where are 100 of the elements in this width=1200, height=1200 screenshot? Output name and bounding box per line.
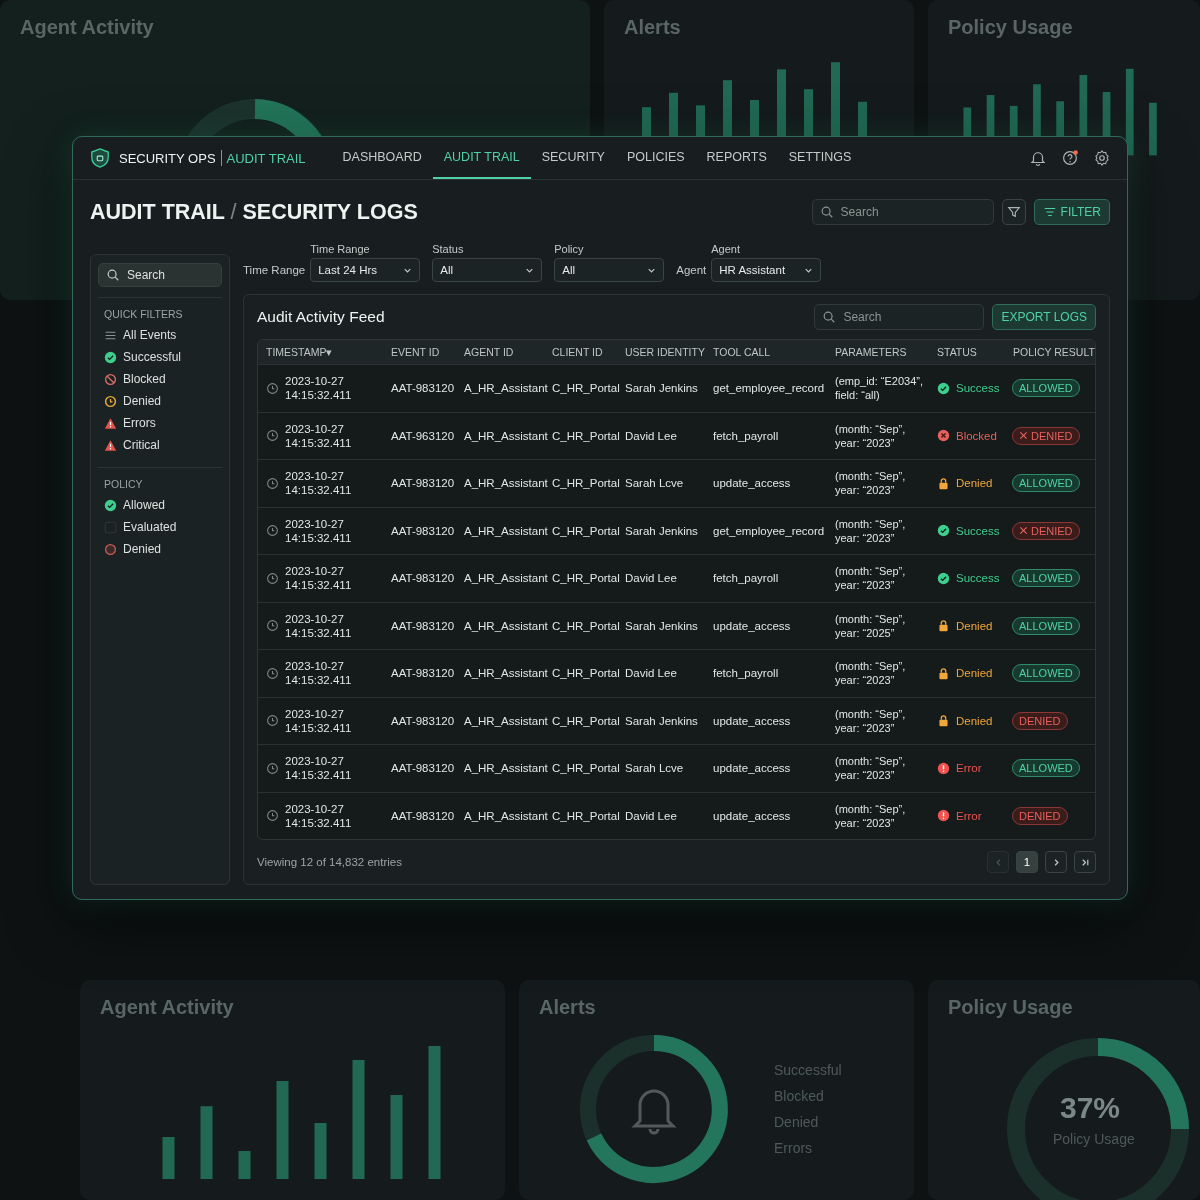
column-header[interactable]: AGENT ID xyxy=(459,346,547,358)
gauge-caption: Policy Usage xyxy=(1053,1131,1135,1147)
nav-tab[interactable]: AUDIT TRAIL xyxy=(432,137,531,179)
table-cell-text: AAT-983120 xyxy=(390,572,456,585)
table-cell-text: David Lee xyxy=(624,572,678,585)
table-cell-text: AAT-983120 xyxy=(390,619,456,632)
table-cell-text: update_access xyxy=(712,619,792,632)
table-cell-text: (month: “Sep”, year: “2023” xyxy=(834,754,907,783)
table-cell-text: C_HR_Portal xyxy=(551,667,620,680)
table-cell-text: update_access xyxy=(712,714,792,727)
filter-item[interactable]: Evaluated xyxy=(104,519,216,535)
section-heading: POLICY xyxy=(104,478,144,490)
policy-badge: DENIED xyxy=(1012,521,1080,540)
panel-title: Policy Usage xyxy=(948,996,1074,1019)
table-cell-text: C_HR_Portal xyxy=(551,809,620,822)
filter-label: Status xyxy=(432,243,465,255)
filter-item[interactable]: Denied xyxy=(104,541,216,557)
nav-tab[interactable]: SETTINGS xyxy=(777,137,863,179)
table-cell-text: David Lee xyxy=(624,667,678,680)
filter-button[interactable]: FILTER xyxy=(1033,199,1110,225)
table-cell: 2023-10-27 14:15:32.411 xyxy=(285,659,352,688)
status-label: Blocked xyxy=(956,429,997,442)
table-cell-text: A_HR_Assistant xyxy=(463,429,547,442)
search-field[interactable]: Search xyxy=(811,199,994,225)
panel-title: Agent Activity xyxy=(20,16,155,39)
table-cell-text: C_HR_Portal xyxy=(551,619,620,632)
status-label: Denied xyxy=(956,619,993,632)
panel-title: Agent Activity xyxy=(100,996,235,1019)
nav-tab[interactable]: DASHBOARD xyxy=(331,137,433,179)
dropdown[interactable]: All xyxy=(554,258,665,282)
status-label: Denied xyxy=(956,477,993,490)
table-cell-text: A_HR_Assistant xyxy=(463,714,547,727)
status-label: Success xyxy=(956,572,1000,585)
export-button[interactable]: EXPORT LOGS xyxy=(992,304,1096,330)
panel-title: Audit Activity Feed xyxy=(257,308,385,326)
table-cell-text: Sarah Jenkins xyxy=(624,619,699,632)
filter-label: Time Range xyxy=(243,263,306,278)
column-header[interactable]: CLIENT ID xyxy=(547,346,620,358)
table-cell-text: (month: “Sep”, year: “2025” xyxy=(834,611,907,640)
table-cell-text: A_HR_Assistant xyxy=(463,809,547,822)
legend-item: Blocked xyxy=(774,1088,825,1104)
search-field[interactable]: Search xyxy=(814,304,985,330)
column-header[interactable]: TIMESTAMP▾ xyxy=(258,346,386,358)
filter-item[interactable]: Blocked xyxy=(104,371,216,387)
table-cell-text: (month: “Sep”, year: “2023” xyxy=(834,706,907,735)
dropdown[interactable]: All xyxy=(432,258,543,282)
column-header[interactable]: POLICY RESULT xyxy=(1008,346,1095,358)
table-cell-text: (month: “Sep”, year: “2023” xyxy=(834,421,907,450)
page-title: AUDIT TRAIL / SECURITY LOGS xyxy=(90,199,418,225)
filter-item[interactable]: Successful xyxy=(104,349,216,365)
table-cell-text: AAT-983120 xyxy=(390,714,456,727)
table-cell-text: Sarah Jenkins xyxy=(624,524,699,537)
policy-badge: DENIED xyxy=(1012,426,1080,445)
filter-item[interactable]: Errors xyxy=(104,415,216,431)
table-cell-text: (month: “Sep”, year: “2023” xyxy=(834,564,907,593)
table-cell-text: (emp_id: “E2034”, field: “all) xyxy=(834,374,925,403)
table-cell-text: fetch_payroll xyxy=(712,667,780,680)
column-header[interactable]: EVENT ID xyxy=(386,346,459,358)
status-label: Denied xyxy=(956,667,993,680)
column-header[interactable]: STATUS xyxy=(932,346,1008,358)
filter-item[interactable]: Critical xyxy=(104,437,216,453)
table-cell-text: A_HR_Assistant xyxy=(463,619,547,632)
table-cell-text: update_access xyxy=(712,477,792,490)
column-header[interactable]: PARAMETERS xyxy=(830,346,932,358)
filter-item[interactable]: All Events xyxy=(104,327,216,343)
nav-tab[interactable]: SECURITY xyxy=(530,137,616,179)
panel-title: Alerts xyxy=(624,16,682,39)
table-cell: 2023-10-27 14:15:32.411 xyxy=(285,564,352,593)
nav-tab[interactable]: REPORTS xyxy=(695,137,778,179)
entries-count: Viewing 12 of 14,832 entries xyxy=(257,856,402,868)
table-cell: 2023-10-27 14:15:32.411 xyxy=(285,706,352,735)
dropdown[interactable]: HR Assistant xyxy=(711,258,822,282)
table-cell: 2023-10-27 14:15:32.411 xyxy=(285,754,352,783)
table-cell-text: AAT-963120 xyxy=(390,429,456,442)
table-cell-text: (month: “Sep”, year: “2023” xyxy=(834,469,907,498)
table-cell: 2023-10-27 14:15:32.411 xyxy=(285,516,352,545)
filter-item[interactable]: Allowed xyxy=(104,497,216,513)
page-button[interactable]: 1 xyxy=(1016,851,1038,873)
table-cell-text: A_HR_Assistant xyxy=(463,572,547,585)
table-cell-text: Sarah Lcve xyxy=(624,477,685,490)
table-cell-text: update_access xyxy=(712,809,792,822)
dropdown[interactable]: Last 24 Hrs xyxy=(310,258,421,282)
policy-badge: ALLOWED xyxy=(1012,379,1080,398)
table-cell: 2023-10-27 14:15:32.411 xyxy=(285,801,352,830)
status-label: Success xyxy=(956,382,1000,395)
filter-label: Agent xyxy=(711,243,742,255)
table-cell-text: AAT-983120 xyxy=(390,524,456,537)
table-cell-text: (month: “Sep”, year: “2023” xyxy=(834,801,907,830)
filter-label: Agent xyxy=(676,263,707,278)
search-field[interactable]: Search xyxy=(98,263,222,287)
status-label: Denied xyxy=(956,714,993,727)
column-header[interactable]: USER IDENTITY xyxy=(620,346,708,358)
policy-badge: ALLOWED xyxy=(1012,569,1080,588)
column-header[interactable]: TOOL CALL xyxy=(708,346,830,358)
table-cell-text: A_HR_Assistant xyxy=(463,524,547,537)
filter-label: Policy xyxy=(554,243,585,255)
nav-tab[interactable]: POLICIES xyxy=(615,137,696,179)
table-cell-text: Sarah Jenkins xyxy=(624,714,699,727)
filter-item[interactable]: Denied xyxy=(104,393,216,409)
policy-badge: ALLOWED xyxy=(1012,616,1080,635)
